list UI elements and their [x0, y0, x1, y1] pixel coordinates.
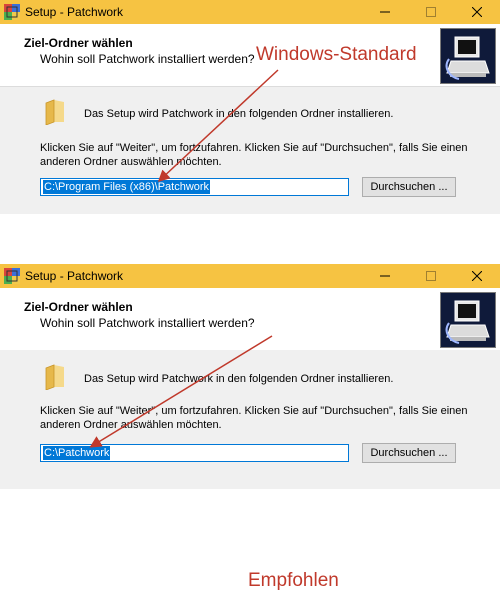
page-title: Ziel-Ordner wählen: [24, 300, 133, 314]
install-path-value: C:\Patchwork: [43, 446, 111, 460]
wizard-header: Ziel-Ordner wählen Wohin soll Patchwork …: [0, 24, 500, 87]
install-path-value: C:\Program Files (x86)\Patchwork: [43, 180, 211, 194]
instructions-text: Klicken Sie auf "Weiter", um fortzufahre…: [40, 405, 468, 431]
maximize-icon: [426, 7, 436, 17]
browse-button[interactable]: Durchsuchen ...: [362, 177, 456, 197]
instructions-text: Klicken Sie auf "Weiter", um fortzufahre…: [40, 142, 468, 168]
annotation-label: Empfohlen: [248, 570, 339, 591]
close-button[interactable]: [454, 0, 500, 24]
minimize-icon: [380, 11, 390, 13]
install-path-input[interactable]: C:\Patchwork: [40, 444, 349, 462]
page-subtitle: Wohin soll Patchwork installiert werden?: [40, 316, 255, 330]
close-icon: [472, 271, 482, 281]
annotation-label: Windows-Standard: [256, 44, 417, 65]
maximize-button[interactable]: [408, 0, 454, 24]
page-title: Ziel-Ordner wählen: [24, 36, 133, 50]
wizard-body: Das Setup wird Patchwork in den folgende…: [0, 87, 500, 214]
computer-install-logo-icon: [440, 28, 496, 84]
maximize-icon: [426, 271, 436, 281]
info-text: Das Setup wird Patchwork in den folgende…: [84, 108, 394, 120]
window-titlebar[interactable]: Setup - Patchwork: [0, 0, 500, 24]
minimize-button[interactable]: [362, 264, 408, 288]
install-path-input[interactable]: C:\Program Files (x86)\Patchwork: [40, 178, 349, 196]
maximize-button[interactable]: [408, 264, 454, 288]
close-button[interactable]: [454, 264, 500, 288]
setup-dialog-default: Setup - Patchwork Ziel-Ordner wählen Woh…: [0, 0, 500, 214]
close-icon: [472, 7, 482, 17]
minimize-button[interactable]: [362, 0, 408, 24]
setup-dialog-recommended: Setup - Patchwork Ziel-Ordner wählen Woh…: [0, 264, 500, 591]
wizard-body: Das Setup wird Patchwork in den folgende…: [0, 350, 500, 489]
app-icon: [4, 268, 20, 284]
info-text: Das Setup wird Patchwork in den folgende…: [84, 373, 394, 385]
computer-install-logo-icon: [440, 292, 496, 348]
app-icon: [4, 4, 20, 20]
page-subtitle: Wohin soll Patchwork installiert werden?: [40, 52, 255, 66]
window-title: Setup - Patchwork: [25, 5, 124, 19]
folder-icon: [45, 99, 64, 125]
minimize-icon: [380, 275, 390, 277]
folder-icon: [45, 364, 64, 390]
browse-button[interactable]: Durchsuchen ...: [362, 443, 456, 463]
wizard-header: Ziel-Ordner wählen Wohin soll Patchwork …: [0, 288, 500, 351]
window-title: Setup - Patchwork: [25, 269, 124, 283]
window-titlebar[interactable]: Setup - Patchwork: [0, 264, 500, 288]
